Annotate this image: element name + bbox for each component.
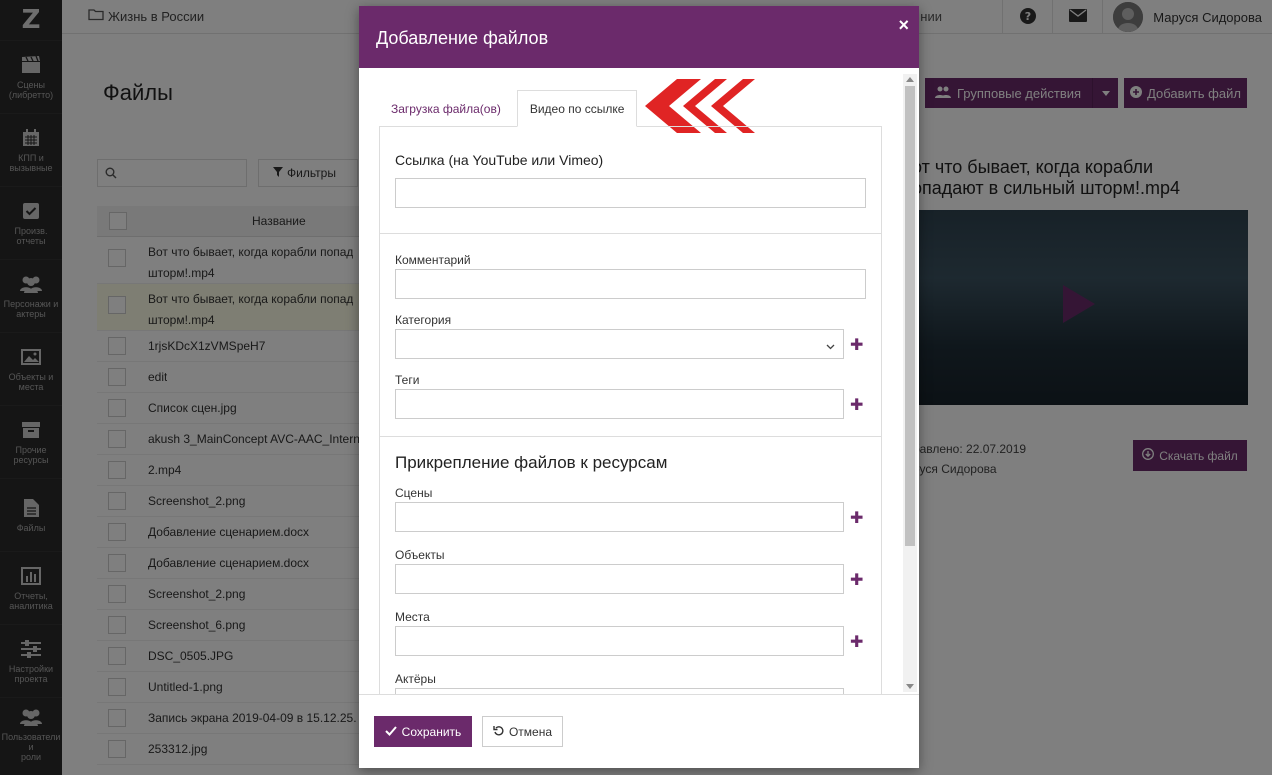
tab-upload-files[interactable]: Загрузка файла(ов) (379, 90, 513, 127)
modal-header: Добавление файлов × (359, 6, 919, 68)
places-input[interactable] (395, 626, 844, 656)
undo-icon (493, 725, 504, 739)
objects-label: Объекты (395, 548, 445, 562)
objects-input[interactable] (395, 564, 844, 594)
save-button[interactable]: Сохранить (374, 716, 472, 747)
modal-footer: Сохранить Отмена (359, 694, 919, 768)
save-label: Сохранить (401, 724, 462, 739)
link-label: Ссылка (на YouTube или Vimeo) (395, 152, 604, 168)
attach-section: Прикрепление файлов к ресурсам Сцены ✚ О… (380, 437, 881, 694)
scenes-label: Сцены (395, 486, 433, 500)
comment-input[interactable] (395, 269, 866, 299)
scrollbar-thumb[interactable] (905, 86, 915, 546)
close-icon[interactable]: × (898, 15, 909, 36)
tags-input[interactable] (395, 389, 844, 419)
tabs: Загрузка файла(ов) Видео по ссылке (379, 90, 638, 127)
tab-video-link[interactable]: Видео по ссылке (516, 90, 638, 127)
chevron-down-icon (826, 338, 835, 353)
add-scene-icon[interactable]: ✚ (850, 508, 863, 528)
details-section: Комментарий Категория ✚ Теги ✚ (380, 234, 881, 437)
actors-label: Актёры (395, 672, 436, 686)
add-place-icon[interactable]: ✚ (850, 632, 863, 652)
comment-label: Комментарий (395, 253, 471, 267)
attach-heading: Прикрепление файлов к ресурсам (395, 453, 668, 472)
cancel-label: Отмена (508, 724, 553, 739)
scroll-down-icon[interactable] (906, 684, 914, 689)
link-input[interactable] (395, 178, 866, 208)
cancel-button[interactable]: Отмена (482, 716, 563, 747)
add-object-icon[interactable]: ✚ (850, 570, 863, 590)
modal-scrollbar[interactable] (903, 74, 917, 692)
check-icon (384, 725, 397, 739)
add-category-icon[interactable]: ✚ (850, 335, 863, 355)
scroll-up-icon[interactable] (906, 77, 914, 82)
add-files-modal: Добавление файлов × Загрузка файла(ов) В… (359, 6, 919, 768)
places-label: Места (395, 610, 430, 624)
scenes-input[interactable] (395, 502, 844, 532)
video-link-panel: Ссылка (на YouTube или Vimeo) Комментари… (379, 126, 882, 694)
modal-title: Добавление файлов (376, 28, 549, 48)
category-label: Категория (395, 313, 452, 327)
link-section: Ссылка (на YouTube или Vimeo) (380, 127, 881, 234)
tags-label: Теги (395, 373, 420, 387)
add-tag-icon[interactable]: ✚ (850, 395, 863, 415)
category-select[interactable] (395, 329, 844, 359)
modal-body: Загрузка файла(ов) Видео по ссылке Ссылк… (359, 68, 919, 694)
